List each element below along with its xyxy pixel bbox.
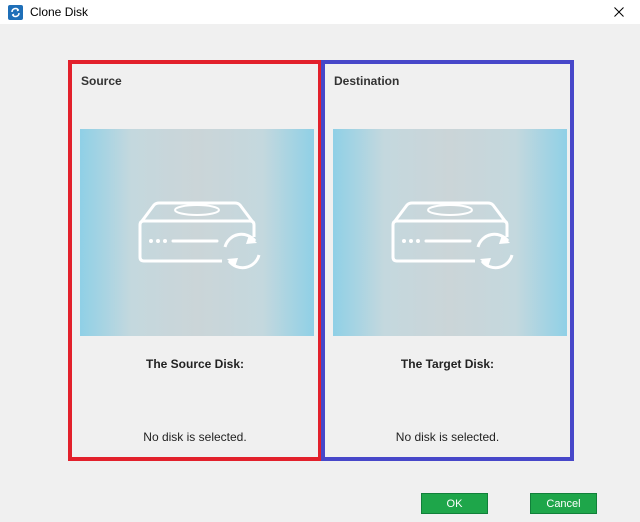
source-disk-image[interactable] <box>80 129 314 336</box>
disk-clone-icon <box>138 201 261 269</box>
disk-clone-icon <box>391 201 514 269</box>
destination-panel[interactable]: Destination The Target Disk: No disk is … <box>321 60 574 461</box>
clone-disk-dialog: Clone Disk Source The Source Disk: No di… <box>0 0 640 522</box>
ok-button[interactable]: OK <box>421 493 488 514</box>
close-icon <box>614 7 624 17</box>
clone-app-icon <box>8 4 23 20</box>
window-title: Clone Disk <box>30 5 89 19</box>
destination-header: Destination <box>334 74 400 88</box>
destination-disk-status: No disk is selected. <box>395 430 500 444</box>
source-panel[interactable]: Source The Source Disk: No disk is selec… <box>68 60 322 461</box>
source-disk-label: The Source Disk: <box>145 357 245 371</box>
cancel-button[interactable]: Cancel <box>530 493 597 514</box>
destination-disk-image[interactable] <box>333 129 567 336</box>
close-button[interactable] <box>598 0 640 24</box>
title-bar: Clone Disk <box>0 0 640 24</box>
source-header: Source <box>81 74 122 88</box>
destination-disk-label: The Target Disk: <box>400 357 495 371</box>
source-disk-status: No disk is selected. <box>143 430 247 444</box>
